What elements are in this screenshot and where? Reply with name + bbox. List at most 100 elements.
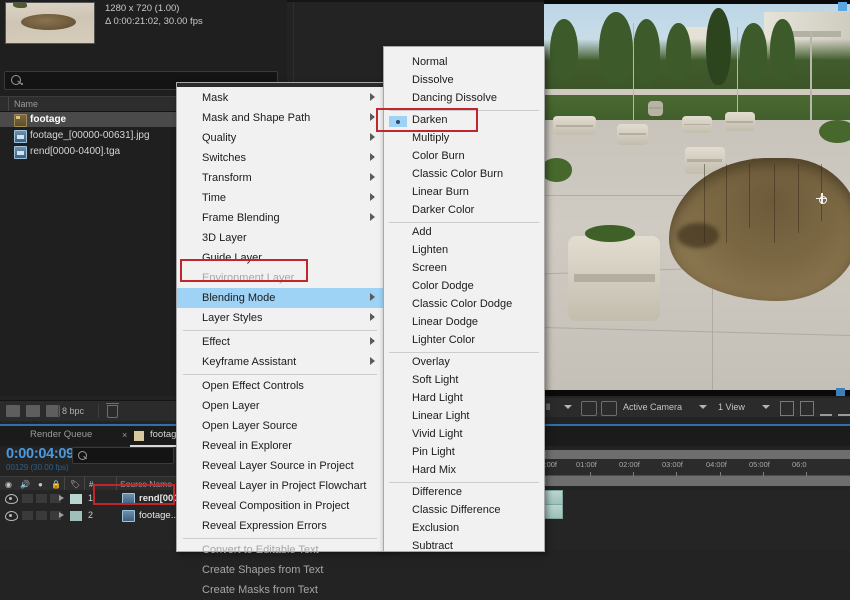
submenu-item-lighter-color[interactable]: Lighter Color xyxy=(384,332,544,350)
ruler-label: 06:0 xyxy=(792,460,807,469)
submenu-item-linear-light[interactable]: Linear Light xyxy=(384,408,544,426)
menu-item-label: Reveal Layer in Project Flowchart xyxy=(202,480,367,492)
menu-item-reveal-composition-in-project[interactable]: Reveal Composition in Project xyxy=(177,496,383,516)
time-navigator-bar[interactable] xyxy=(540,450,850,459)
composition-render xyxy=(544,4,850,390)
submenu-item-normal[interactable]: Normal xyxy=(384,54,544,72)
submenu-item-add[interactable]: Add xyxy=(384,224,544,242)
submenu-item-screen[interactable]: Screen xyxy=(384,260,544,278)
timeline-search-input[interactable] xyxy=(72,447,174,464)
menu-item-time[interactable]: Time xyxy=(177,188,383,208)
submenu-item-hard-mix[interactable]: Hard Mix xyxy=(384,462,544,480)
panel-top-rule xyxy=(287,0,544,2)
fast-preview-icon[interactable] xyxy=(800,401,814,416)
sinkhole-streak xyxy=(749,164,751,229)
region-of-interest-icon[interactable] xyxy=(581,401,597,416)
submenu-item-hard-light[interactable]: Hard Light xyxy=(384,390,544,408)
viewer-top-handle[interactable] xyxy=(838,2,847,11)
submenu-item-subtract[interactable]: Subtract xyxy=(384,538,544,556)
submenu-item-overlay[interactable]: Overlay xyxy=(384,354,544,372)
chevron-down-icon[interactable] xyxy=(699,405,707,409)
viewer-bottom-handle[interactable] xyxy=(836,388,845,396)
pixel-aspect-icon[interactable] xyxy=(780,401,794,416)
menu-item-mask-and-shape-path[interactable]: Mask and Shape Path xyxy=(177,108,383,128)
menu-item-open-layer-source[interactable]: Open Layer Source xyxy=(177,416,383,436)
submenu-item-soft-light[interactable]: Soft Light xyxy=(384,372,544,390)
submenu-item-classic-color-burn[interactable]: Classic Color Burn xyxy=(384,166,544,184)
chevron-down-icon[interactable] xyxy=(564,405,572,409)
renderer-options-icon[interactable] xyxy=(838,401,850,416)
submenu-item-lighten[interactable]: Lighten xyxy=(384,242,544,260)
label-color-chip[interactable] xyxy=(70,511,82,521)
menu-item-label: Open Effect Controls xyxy=(202,380,304,392)
work-area-bar[interactable] xyxy=(540,476,850,486)
submenu-item-darker-color[interactable]: Darker Color xyxy=(384,202,544,220)
resolution-label[interactable]: ll xyxy=(546,402,550,412)
anchor-point-icon[interactable] xyxy=(816,193,828,205)
chevron-right-icon xyxy=(370,213,375,221)
submenu-item-label: Linear Light xyxy=(412,410,470,422)
submenu-item-exclusion[interactable]: Exclusion xyxy=(384,520,544,538)
chevron-down-icon[interactable] xyxy=(762,405,770,409)
menu-item-open-layer[interactable]: Open Layer xyxy=(177,396,383,416)
submenu-item-dancing-dissolve[interactable]: Dancing Dissolve xyxy=(384,90,544,108)
bit-depth-label[interactable]: 8 bpc xyxy=(62,406,84,416)
expand-arrow-icon[interactable] xyxy=(59,495,64,501)
camera-select-label[interactable]: Active Camera xyxy=(623,402,682,412)
menu-item-quality[interactable]: Quality xyxy=(177,128,383,148)
menu-item-reveal-expression-errors[interactable]: Reveal Expression Errors xyxy=(177,516,383,536)
audio-toggle[interactable] xyxy=(22,511,33,520)
chevron-right-icon xyxy=(370,337,375,345)
chevron-right-icon xyxy=(370,113,375,121)
submenu-item-label: Hard Mix xyxy=(412,464,457,476)
submenu-item-classic-color-dodge[interactable]: Classic Color Dodge xyxy=(384,296,544,314)
menu-item-effect[interactable]: Effect xyxy=(177,332,383,352)
close-icon[interactable]: × xyxy=(122,430,127,440)
menu-item-3d-layer[interactable]: 3D Layer xyxy=(177,228,383,248)
menu-item-reveal-layer-in-project-flowchart[interactable]: Reveal Layer in Project Flowchart xyxy=(177,476,383,496)
submenu-item-color-dodge[interactable]: Color Dodge xyxy=(384,278,544,296)
menu-item-switches[interactable]: Switches xyxy=(177,148,383,168)
timeline-graph-icon[interactable] xyxy=(820,401,832,416)
submenu-item-linear-dodge[interactable]: Linear Dodge xyxy=(384,314,544,332)
submenu-item-multiply[interactable]: Multiply xyxy=(384,130,544,148)
menu-item-open-effect-controls[interactable]: Open Effect Controls xyxy=(177,376,383,396)
eye-icon[interactable] xyxy=(5,494,18,504)
submenu-item-difference[interactable]: Difference xyxy=(384,484,544,502)
submenu-item-pin-light[interactable]: Pin Light xyxy=(384,444,544,462)
menu-item-reveal-in-explorer[interactable]: Reveal in Explorer xyxy=(177,436,383,456)
sinkhole-streak xyxy=(726,164,728,243)
layer-context-menu[interactable]: Mask Mask and Shape Path Quality Switche… xyxy=(176,82,384,596)
submenu-item-vivid-light[interactable]: Vivid Light xyxy=(384,426,544,444)
solo-toggle[interactable] xyxy=(36,494,47,503)
tree xyxy=(632,19,661,86)
view-layout-label[interactable]: 1 View xyxy=(718,402,745,412)
menu-item-mask[interactable]: Mask xyxy=(177,88,383,108)
composition-viewer[interactable] xyxy=(544,0,850,396)
audio-toggle[interactable] xyxy=(22,494,33,503)
solo-toggle[interactable] xyxy=(36,511,47,520)
menu-item-label: Frame Blending xyxy=(202,212,280,224)
expand-arrow-icon[interactable] xyxy=(59,512,64,518)
label-color-chip[interactable] xyxy=(70,494,82,504)
submenu-item-classic-difference[interactable]: Classic Difference xyxy=(384,502,544,520)
menu-item-reveal-layer-source-in-project[interactable]: Reveal Layer Source in Project xyxy=(177,456,383,476)
menu-item-transform[interactable]: Transform xyxy=(177,168,383,188)
timeline-ruler[interactable]: ):00f 01:00f 02:00f 03:00f 04:00f 05:00f… xyxy=(512,450,850,488)
current-timecode[interactable]: 0:00:04:09 xyxy=(6,446,74,462)
delete-icon[interactable] xyxy=(106,403,119,418)
eye-icon[interactable] xyxy=(5,511,18,521)
submenu-item-dissolve[interactable]: Dissolve xyxy=(384,72,544,90)
tab-render-queue[interactable]: Render Queue xyxy=(30,429,92,440)
new-comp-icon[interactable] xyxy=(6,405,20,417)
menu-item-keyframe-assistant[interactable]: Keyframe Assistant xyxy=(177,352,383,372)
solo-icon: ● xyxy=(38,480,43,489)
submenu-item-linear-burn[interactable]: Linear Burn xyxy=(384,184,544,202)
menu-item-blending-mode[interactable]: Blending Mode xyxy=(177,288,383,308)
submenu-item-color-burn[interactable]: Color Burn xyxy=(384,148,544,166)
menu-item-layer-styles[interactable]: Layer Styles xyxy=(177,308,383,328)
menu-item-frame-blending[interactable]: Frame Blending xyxy=(177,208,383,228)
transparency-grid-icon[interactable] xyxy=(601,401,617,416)
submenu-item-label: Hard Light xyxy=(412,392,463,404)
new-folder-icon[interactable] xyxy=(26,405,40,417)
